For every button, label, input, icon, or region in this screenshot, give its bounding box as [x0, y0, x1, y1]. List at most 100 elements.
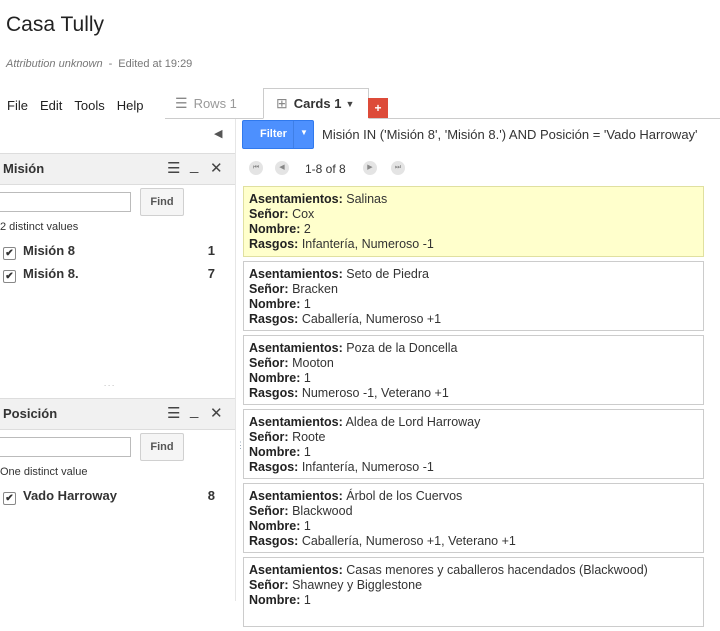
facet-title: Misión — [3, 161, 45, 176]
field-value: Salinas — [346, 192, 388, 206]
field-value: 1 — [303, 371, 311, 385]
menu-help[interactable]: Help — [117, 98, 144, 113]
facet-item[interactable]: ✔ Misión 8 1 — [3, 243, 215, 260]
page-range: 1-8 of 8 — [305, 162, 346, 176]
card-field: Nombre: 2 — [249, 222, 698, 237]
card-field: Nombre: 1 — [249, 297, 698, 312]
menu-edit[interactable]: Edit — [40, 98, 62, 113]
record-card[interactable]: Asentamientos: Seto de Piedra Señor: Bra… — [243, 261, 704, 331]
field-label: Señor: — [249, 356, 289, 370]
chevron-down-icon[interactable]: ▼ — [345, 99, 354, 109]
record-card[interactable]: Asentamientos: Poza de la Doncella Señor… — [243, 335, 704, 405]
filter-button[interactable]: Filter ▼ — [242, 120, 314, 149]
first-page-icon[interactable]: ⏮ — [249, 161, 263, 175]
field-value: Seto de Piedra — [346, 267, 429, 281]
field-value: Infantería, Numeroso -1 — [301, 460, 434, 474]
field-value: Aldea de Lord Harroway — [345, 415, 481, 429]
resize-grip-icon[interactable]: ˙˙˙ — [104, 384, 116, 394]
card-field: Asentamientos: Casas menores y caballero… — [249, 563, 698, 578]
facet-title: Posición — [3, 406, 58, 421]
field-label: Nombre: — [249, 593, 301, 607]
field-label: Señor: — [249, 207, 289, 221]
facet-item-count: 7 — [207, 266, 215, 281]
field-value: 1 — [303, 445, 311, 459]
record-card[interactable]: Asentamientos: Aldea de Lord Harroway Se… — [243, 409, 704, 479]
prev-page-icon[interactable]: ◀ — [275, 161, 289, 175]
distinct-count: One distinct value — [0, 466, 88, 478]
checkbox-checked-icon[interactable]: ✔ — [3, 247, 16, 260]
card-field: Nombre: 1 — [249, 519, 698, 534]
close-icon[interactable]: ✕ — [210, 159, 223, 177]
field-value: Caballería, Numeroso +1, Veterano +1 — [301, 534, 516, 548]
field-value: Caballería, Numeroso +1 — [301, 312, 442, 326]
record-card[interactable]: Asentamientos: Árbol de los Cuervos Seño… — [243, 483, 704, 553]
field-label: Rasgos: — [249, 386, 299, 400]
menu-file[interactable]: File — [7, 98, 28, 113]
field-label: Asentamientos: — [249, 415, 343, 429]
facet-header-posicion: Posición ☰ _ ✕ — [0, 398, 235, 430]
field-value: Poza de la Doncella — [346, 341, 458, 355]
facet-header-mision: Misión ☰ _ ✕ — [0, 153, 235, 185]
collapse-panel-icon[interactable]: ◀ — [214, 127, 222, 140]
field-label: Asentamientos: — [249, 267, 343, 281]
facet-search-input[interactable] — [0, 437, 131, 457]
checkbox-checked-icon[interactable]: ✔ — [3, 492, 16, 505]
list-icon: ☰ — [175, 94, 188, 111]
field-label: Asentamientos: — [249, 341, 343, 355]
add-tab-button[interactable]: + — [368, 98, 388, 118]
field-value: 1 — [303, 297, 311, 311]
minimize-icon[interactable]: _ — [190, 402, 198, 419]
filter-query: Misión IN ('Misión 8', 'Misión 8.') AND … — [322, 127, 698, 142]
field-value: Infantería, Numeroso -1 — [301, 237, 434, 251]
field-label: Rasgos: — [249, 312, 299, 326]
subtitle-separator: - — [108, 58, 113, 70]
button-divider — [293, 121, 294, 148]
card-field: Asentamientos: Árbol de los Cuervos — [249, 489, 698, 504]
card-field: Señor: Blackwood — [249, 504, 698, 519]
menu-icon[interactable]: ☰ — [167, 159, 180, 177]
cards-icon: ⊞ — [276, 95, 288, 111]
field-label: Señor: — [249, 578, 289, 592]
field-value: 1 — [303, 593, 311, 607]
chevron-down-icon[interactable]: ▼ — [300, 128, 308, 137]
field-value: Roote — [292, 430, 326, 444]
field-value: 1 — [303, 519, 311, 533]
card-field: Rasgos: Caballería, Numeroso +1 — [249, 312, 698, 327]
tab-rows-label: Rows 1 — [193, 95, 237, 111]
record-card[interactable]: Asentamientos: Salinas Señor: Cox Nombre… — [243, 186, 704, 257]
card-field: Asentamientos: Seto de Piedra — [249, 267, 698, 282]
field-label: Asentamientos: — [249, 489, 343, 503]
next-page-icon[interactable]: ▶ — [363, 161, 377, 175]
cards-list: Asentamientos: Salinas Señor: Cox Nombre… — [243, 186, 704, 631]
field-label: Nombre: — [249, 519, 301, 533]
facet-item-count: 8 — [207, 488, 215, 503]
field-value: 2 — [303, 222, 311, 236]
card-field: Rasgos: Caballería, Numeroso +1, Veteran… — [249, 534, 698, 549]
card-field: Asentamientos: Poza de la Doncella — [249, 341, 698, 356]
menu-icon[interactable]: ☰ — [167, 404, 180, 422]
record-card[interactable]: Asentamientos: Casas menores y caballero… — [243, 557, 704, 627]
last-page-icon[interactable]: ⏭ — [391, 161, 405, 175]
tab-cards-label: Cards 1 — [293, 96, 342, 111]
menu-tools[interactable]: Tools — [74, 98, 104, 113]
tab-cards[interactable]: ⊞ Cards 1 ▼ — [263, 88, 369, 119]
close-icon[interactable]: ✕ — [210, 404, 223, 422]
find-button[interactable]: Find — [140, 433, 184, 461]
field-label: Señor: — [249, 504, 289, 518]
facet-search-input[interactable] — [0, 192, 131, 212]
facet-item[interactable]: ✔ Misión 8. 7 — [3, 266, 215, 283]
field-label: Nombre: — [249, 371, 301, 385]
facet-item-label: Misión 8 — [23, 243, 76, 258]
page-title: Casa Tully — [6, 13, 105, 36]
edited-time: Edited at 19:29 — [118, 58, 193, 70]
minimize-icon[interactable]: _ — [190, 157, 198, 174]
field-value: Árbol de los Cuervos — [346, 489, 463, 503]
field-value: Shawney y Bigglestone — [292, 578, 423, 592]
checkbox-checked-icon[interactable]: ✔ — [3, 270, 16, 283]
field-label: Nombre: — [249, 222, 301, 236]
facet-item-count: 1 — [207, 243, 215, 258]
find-button[interactable]: Find — [140, 188, 184, 216]
tab-rows[interactable]: ☰ Rows 1 — [165, 88, 263, 118]
card-field: Asentamientos: Aldea de Lord Harroway — [249, 415, 698, 430]
facet-item[interactable]: ✔ Vado Harroway 8 — [3, 488, 215, 505]
